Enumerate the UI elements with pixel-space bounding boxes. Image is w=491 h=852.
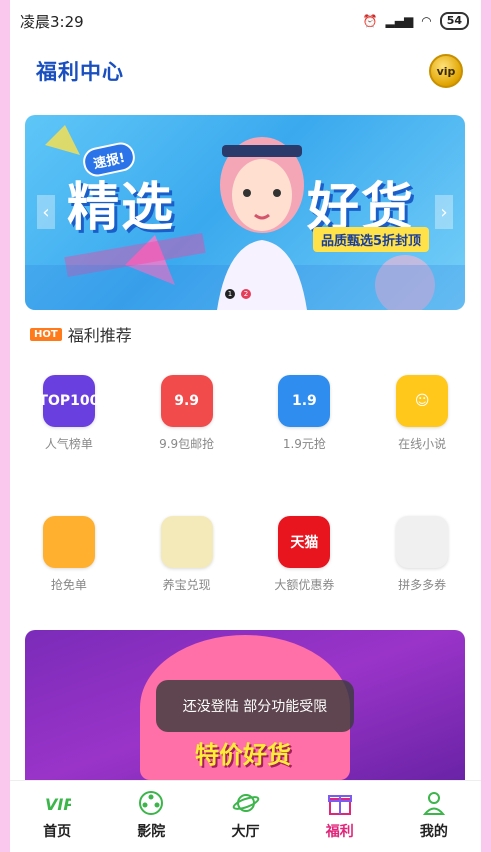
bottom-tab-bar: VIP 首页 影院 大厅 福利 我的 xyxy=(10,780,481,852)
grid-item[interactable]: 拼多多券 xyxy=(363,516,481,593)
pet-icon xyxy=(160,516,213,568)
tab-3[interactable]: 福利 xyxy=(293,781,387,852)
screen: 凌晨3:29 ⏰ ▂▄▆ ◠ 54 福利中心 vip 速报! 精选 好货 品质甄… xyxy=(10,0,481,852)
gift-icon xyxy=(325,789,355,817)
tab-0[interactable]: VIP 首页 xyxy=(10,781,104,852)
free-order-icon xyxy=(42,516,95,568)
grid-item-label: 人气榜单 xyxy=(44,437,93,451)
svg-text:VIP: VIP xyxy=(45,795,71,814)
model-photo xyxy=(217,137,307,310)
planet-icon xyxy=(231,789,261,817)
tab-label: 影院 xyxy=(137,824,166,840)
tab-label: 大厅 xyxy=(231,824,260,840)
carousel-dot-active[interactable]: 2 xyxy=(241,289,251,299)
grid-item-label: 养宝兑现 xyxy=(162,578,211,592)
tmall-icon: 天猫 xyxy=(278,516,331,568)
user-icon xyxy=(419,789,449,817)
carousel-dot[interactable]: 1 xyxy=(225,289,235,299)
tab-label: 福利 xyxy=(325,824,354,840)
grid-item-label: 抢免单 xyxy=(50,578,87,592)
grid-item-label: 1.9元抢 xyxy=(282,437,326,451)
grid-item-label: 在线小说 xyxy=(398,437,447,451)
free-shipping-icon: 9.9 xyxy=(160,375,213,427)
banner-title-left: 精选 xyxy=(67,178,176,238)
status-icons: ⏰ ▂▄▆ ◠ 54 xyxy=(363,12,469,30)
tab-2[interactable]: 大厅 xyxy=(198,781,292,852)
hot-badge: HOT xyxy=(30,327,62,341)
carousel-banner[interactable]: 速报! 精选 好货 品质甄选5折封顶 ‹ › 1 2 xyxy=(25,115,465,310)
grid-item[interactable]: 养宝兑现 xyxy=(128,516,246,593)
promo-text: 特价好货 xyxy=(195,741,291,769)
section-header: HOT 福利推荐 xyxy=(30,322,132,346)
signal-icon: ▂▄▆ xyxy=(385,14,414,28)
smiley-book-icon: ☺ xyxy=(396,375,449,427)
film-reel-icon xyxy=(136,789,166,817)
grid-item[interactable]: ☺ 在线小说 xyxy=(363,375,481,452)
box-icon: 1.9 xyxy=(278,375,331,427)
page-title: 福利中心 xyxy=(36,60,124,84)
grid-item[interactable]: 9.9 9.9包邮抢 xyxy=(128,375,246,452)
grid-item-label: 大额优惠券 xyxy=(274,578,335,592)
wifi-icon: ◠ xyxy=(421,14,432,28)
login-toast: 还没登陆 部分功能受限 xyxy=(156,680,354,732)
tab-label: 我的 xyxy=(419,824,448,840)
section-title: 福利推荐 xyxy=(67,326,132,345)
welfare-grid: TOP100 人气榜单 9.9 9.9包邮抢 1.9 1.9元抢 ☺ 在线小说抢免单 养宝兑现 天… xyxy=(10,375,481,593)
grid-item[interactable]: 1.9 1.9元抢 xyxy=(246,375,364,452)
top100-icon: TOP100 xyxy=(38,375,99,427)
status-bar: 凌晨3:29 ⏰ ▂▄▆ ◠ 54 xyxy=(10,0,481,42)
grid-item-label: 拼多多券 xyxy=(398,578,447,592)
tab-1[interactable]: 影院 xyxy=(104,781,198,852)
carousel-prev-arrow[interactable]: ‹ xyxy=(37,195,55,229)
grid-item[interactable]: TOP100 人气榜单 xyxy=(10,375,128,452)
pinduoduo-icon xyxy=(396,516,449,568)
tab-label: 首页 xyxy=(43,824,72,840)
carousel-next-arrow[interactable]: › xyxy=(435,195,453,229)
battery-indicator: 54 xyxy=(439,12,469,30)
home-vip-icon: VIP xyxy=(42,789,72,817)
status-time: 凌晨3:29 xyxy=(20,12,84,31)
grid-item[interactable]: 抢免单 xyxy=(10,516,128,593)
banner-subtitle: 品质甄选5折封顶 xyxy=(313,227,430,252)
grid-item-label: 9.9包邮抢 xyxy=(159,437,215,451)
grid-item[interactable]: 天猫 大额优惠券 xyxy=(246,516,364,593)
alarm-icon: ⏰ xyxy=(362,14,378,28)
vip-badge[interactable]: vip xyxy=(429,54,463,88)
header: 福利中心 vip xyxy=(10,42,481,100)
carousel-dots: 1 2 xyxy=(225,289,251,299)
tab-4[interactable]: 我的 xyxy=(387,781,481,852)
